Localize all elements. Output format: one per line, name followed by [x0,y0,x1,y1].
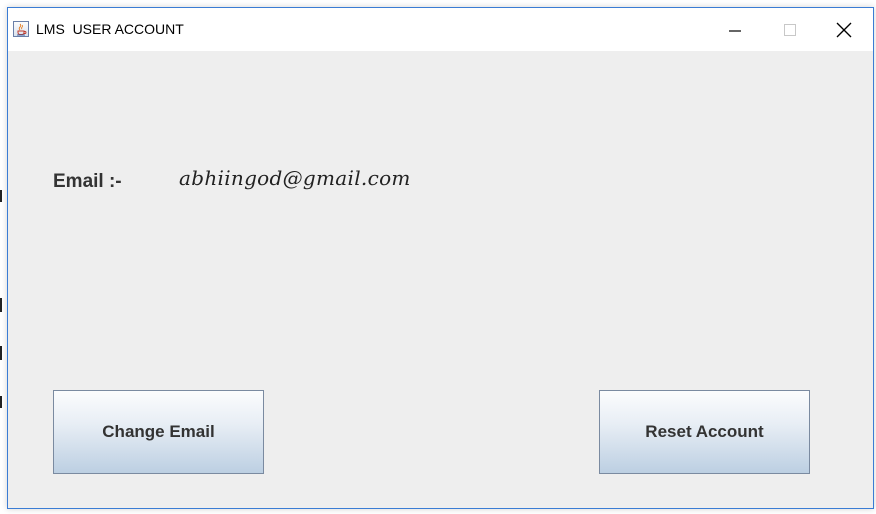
minimize-button[interactable] [712,8,758,51]
java-cup-icon [13,21,29,37]
close-icon [836,22,852,37]
reset-account-button[interactable]: Reset Account [599,390,810,474]
change-email-button[interactable]: Change Email [53,390,264,474]
background-fragment [0,298,2,312]
maximize-icon [784,23,796,36]
background-fragment [0,190,2,202]
email-label: Email :- [53,171,122,192]
lms-user-account-window: LMS USER ACCOUNT Email :- abhiingod@gmai… [7,7,874,509]
window-title: LMS USER ACCOUNT [36,21,184,37]
background-fragment [0,346,2,360]
close-button[interactable] [821,8,867,51]
maximize-button[interactable] [767,8,813,51]
title-bar[interactable]: LMS USER ACCOUNT [8,8,873,51]
minimize-icon [729,29,741,32]
account-panel: Email :- abhiingod@gmail.com Change Emai… [8,51,873,508]
email-value: abhiingod@gmail.com [179,166,411,190]
desktop-background: LMS USER ACCOUNT Email :- abhiingod@gmai… [0,0,876,514]
background-fragment [0,396,2,408]
